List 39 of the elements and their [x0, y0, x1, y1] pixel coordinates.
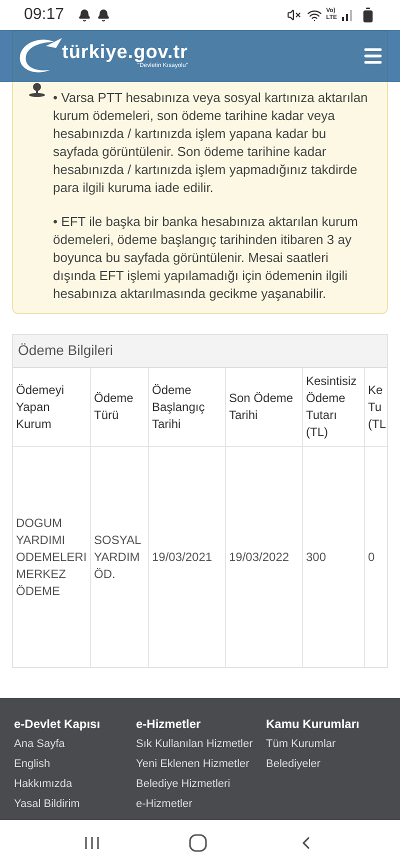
- status-time: 09:17: [24, 5, 64, 25]
- menu-icon[interactable]: [362, 45, 384, 67]
- footer-link[interactable]: Tüm Kurumlar: [266, 737, 384, 752]
- footer-link[interactable]: e-Hizmetler: [136, 797, 262, 812]
- footer-link[interactable]: Yeni Eklenen Hizmetler: [136, 757, 262, 772]
- notification-bell-icon: [78, 8, 92, 22]
- notice-paragraph: • Varsa PTT hesabınıza veya sosyal kartınıza aktarılan kurum ödemeleri, son ödeme tarihine kadar veya hesabınızda / kartınızda işlem yapana kadar bu sayfada görüntülenir. Son ödeme tarihine kadar hesabınızda / kartınızda işlem yapmadığınız takdirde para ilgili kuruma iade edilir.: [53, 89, 369, 197]
- table-cell: DOGUM YARDIMI ODEMELERI MERKEZ ÖDEME: [13, 447, 91, 667]
- footer-link[interactable]: Belediye Hizmetleri: [136, 777, 262, 792]
- column-header: Ödeme Türü: [91, 368, 149, 446]
- table-cell: SOSYAL YARDIM ÖD.: [91, 447, 149, 667]
- table-title: Ödeme Bilgileri: [18, 342, 113, 358]
- notice-paragraph: • EFT ile başka bir banka hesabınıza aktarılan kurum ödemeleri, ödeme başlangıç tarihinden itibaren 3 ay boyunca bu sayfada görüntülenir. Mesai saatleri dışında EFT işlemi yapılamadığı için ödemenin ilgili hesabınıza aktarılmasında gecikme yaşanabilir.: [53, 213, 359, 303]
- footer-link[interactable]: Hakkımızda: [14, 777, 132, 792]
- footer-heading: e-Hizmetler: [136, 716, 202, 732]
- column-header: Kesintisiz Ödeme Tutarı (TL): [303, 368, 365, 446]
- footer-heading: Kamu Kurumları: [266, 716, 360, 732]
- column-header: Ke Tu (TL: [367, 382, 387, 432]
- column-header: Ödemeyi Yapan Kurum: [13, 368, 91, 446]
- footer-link[interactable]: Sık Kullanılan Hizmetler: [136, 737, 262, 752]
- column-header: Ödeme Başlangıç Tarihi: [149, 368, 226, 446]
- footer-link[interactable]: English: [14, 757, 132, 772]
- footer-link[interactable]: Belediyeler: [266, 757, 384, 772]
- notification-bell-icon: [97, 8, 110, 22]
- table-cell-text: 0: [367, 548, 376, 566]
- table-cell: 19/03/2022: [226, 447, 303, 667]
- wifi-icon: [307, 8, 322, 22]
- recent-apps-icon[interactable]: [84, 836, 100, 850]
- footer-link[interactable]: Ana Sayfa: [14, 737, 132, 752]
- table-cell: 300: [303, 447, 365, 667]
- logo-text[interactable]: türkiye.gov.tr: [62, 42, 188, 62]
- footer-link[interactable]: Yasal Bildirim: [14, 797, 132, 812]
- footer-heading: e-Devlet Kapısı: [14, 716, 102, 732]
- home-icon[interactable]: [188, 834, 207, 852]
- column-header: Son Ödeme Tarihi: [226, 368, 303, 446]
- table-cell: 19/03/2021: [149, 447, 226, 667]
- pin-icon: [27, 83, 47, 97]
- mute-icon: [287, 8, 302, 22]
- signal-icon: [342, 9, 354, 21]
